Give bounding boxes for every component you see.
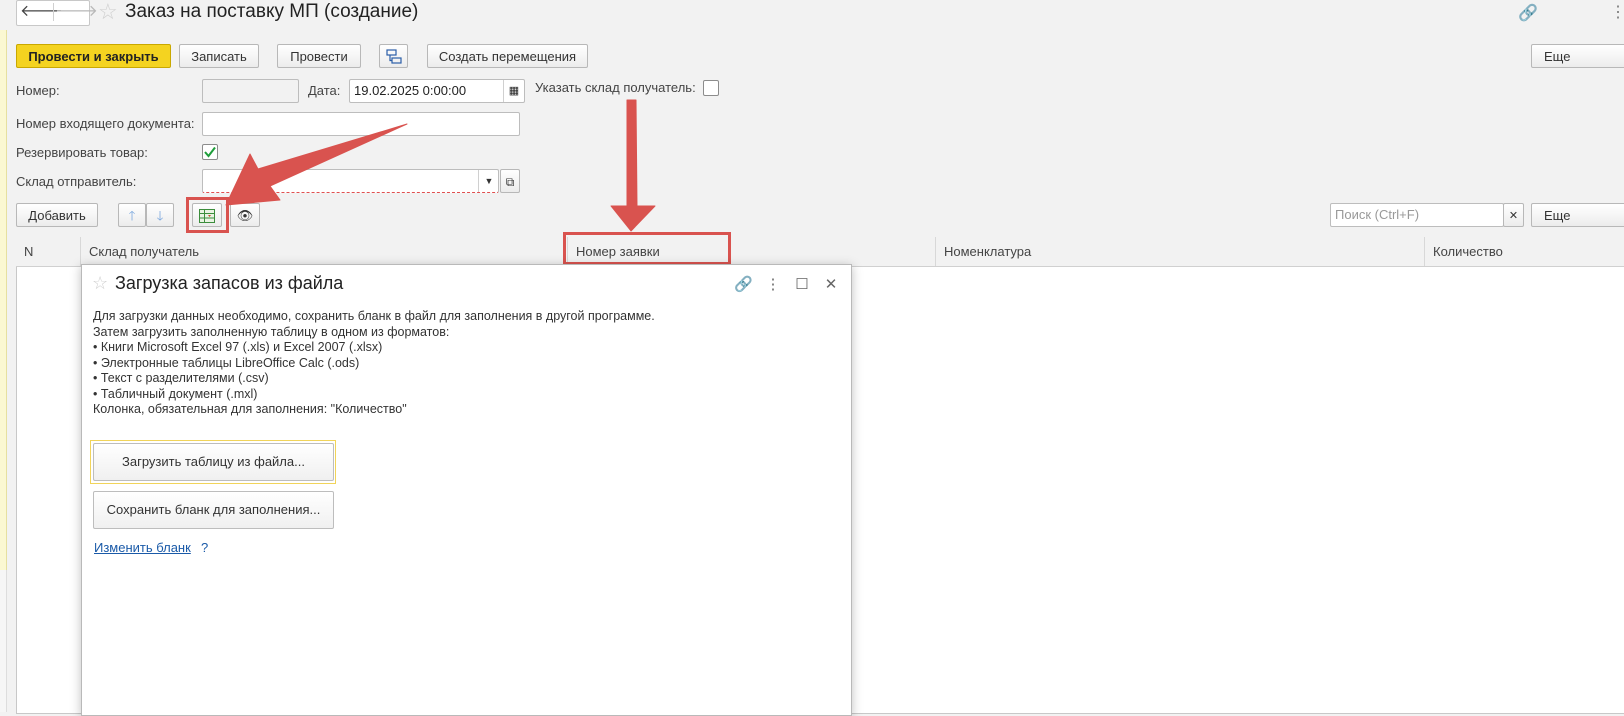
back-arrow-icon[interactable]: 🡐 [20,3,63,21]
dialog-link-icon[interactable]: 🔗 [734,275,753,293]
column-recipient-warehouse[interactable]: Склад получатель [81,237,568,266]
open-icon[interactable]: ⧉ [500,169,520,193]
page-title: Заказ на поставку МП (создание) [125,1,419,22]
table-more-button[interactable]: Еще [1531,203,1624,227]
instruction-line: • Книги Microsoft Excel 97 (.xls) и Exce… [93,340,383,354]
annotation-box-load-button [186,197,229,233]
favorite-star-icon[interactable]: ☆ [98,0,118,24]
arrow-up-icon: 🡑 [128,208,136,223]
more-button[interactable]: Еще [1531,44,1624,68]
table-header: N Склад получатель Номер заявки Номенкла… [16,237,1624,267]
dropdown-icon[interactable]: ▼ [478,170,499,192]
specify-warehouse-checkbox[interactable] [703,80,719,96]
help-icon[interactable]: ? [201,540,208,555]
create-moves-button[interactable]: Создать перемещения [427,44,588,68]
clear-search-icon[interactable]: ✕ [1503,203,1524,227]
view-button[interactable]: 👁 [230,203,260,227]
sender-warehouse-field[interactable] [202,169,499,193]
dialog-star-icon[interactable]: ☆ [92,273,108,294]
column-quantity[interactable]: Количество [1425,237,1624,266]
instruction-line: Затем загрузить заполненную таблицу в од… [93,324,450,339]
left-side-strip [0,30,7,570]
date-label: Дата: [308,83,341,98]
sender-warehouse-label: Склад отправитель: [16,174,137,189]
dialog-maximize-icon[interactable]: ☐ [793,275,811,293]
post-button[interactable]: Провести [277,44,361,68]
checkmark-icon [204,146,216,158]
incoming-doc-label: Номер входящего документа: [16,116,195,131]
number-label: Номер: [16,83,60,98]
dialog-more-icon[interactable]: ⋮ [764,275,782,293]
instruction-line: • Электронные таблицы LibreOffice Calc (… [93,355,360,370]
annotation-box-request-column [563,232,731,265]
instruction-line: • Табличный документ (.mxl) [93,386,258,401]
instruction-line: Колонка, обязательная для заполнения: "К… [93,402,407,416]
instruction-line: • Текст с разделителями (.csv) [93,371,269,385]
number-field[interactable] [202,79,299,103]
import-dialog: ☆ Загрузка запасов из файла 🔗 ⋮ ☐ ✕ Для … [81,264,852,716]
structure-button[interactable] [379,44,408,68]
load-table-button[interactable]: Загрузить таблицу из файла... [93,443,334,481]
change-template-link[interactable]: Изменить бланк [94,540,191,555]
column-nomenclature[interactable]: Номенклатура [936,237,1425,266]
incoming-doc-field[interactable] [202,112,520,136]
move-up-button[interactable]: 🡑 [118,203,146,227]
calendar-icon[interactable]: ▦ [503,80,524,102]
eye-icon: 👁 [236,208,254,223]
dialog-close-icon[interactable]: ✕ [822,275,840,293]
dialog-instructions: Для загрузки данных необходимо, сохранит… [93,309,833,418]
save-template-button[interactable]: Сохранить бланк для заполнения... [93,491,334,529]
hierarchy-icon [385,49,402,64]
move-down-button[interactable]: 🡓 [146,203,174,227]
column-n[interactable]: N [16,237,81,266]
date-value: 19.02.2025 0:00:00 [354,83,467,98]
specify-warehouse-label: Указать склад получатель: [535,80,696,95]
search-input[interactable]: Поиск (Ctrl+F) [1330,203,1504,227]
add-row-button[interactable]: Добавить [16,203,98,227]
nav-divider [53,3,54,21]
date-field[interactable]: 19.02.2025 0:00:00 ▦ [349,79,525,103]
arrow-to-request-column [610,99,656,232]
left-side-strip-lower [0,570,7,712]
arrow-down-icon: 🡓 [156,208,164,223]
reserve-label: Резервировать товар: [16,145,148,160]
forward-arrow-icon[interactable]: 🡒 [55,3,98,21]
dialog-title: Загрузка запасов из файла [115,273,344,293]
navigation-buttons: 🡐 🡒 [16,0,98,26]
instruction-line: Для загрузки данных необходимо, сохранит… [93,309,655,323]
more-vertical-icon[interactable]: ⋮ [1610,2,1624,22]
post-and-close-button[interactable]: Провести и закрыть [16,44,171,68]
save-button[interactable]: Записать [179,44,259,68]
reserve-checkbox[interactable] [202,144,218,160]
link-icon[interactable]: 🔗 [1518,3,1538,23]
